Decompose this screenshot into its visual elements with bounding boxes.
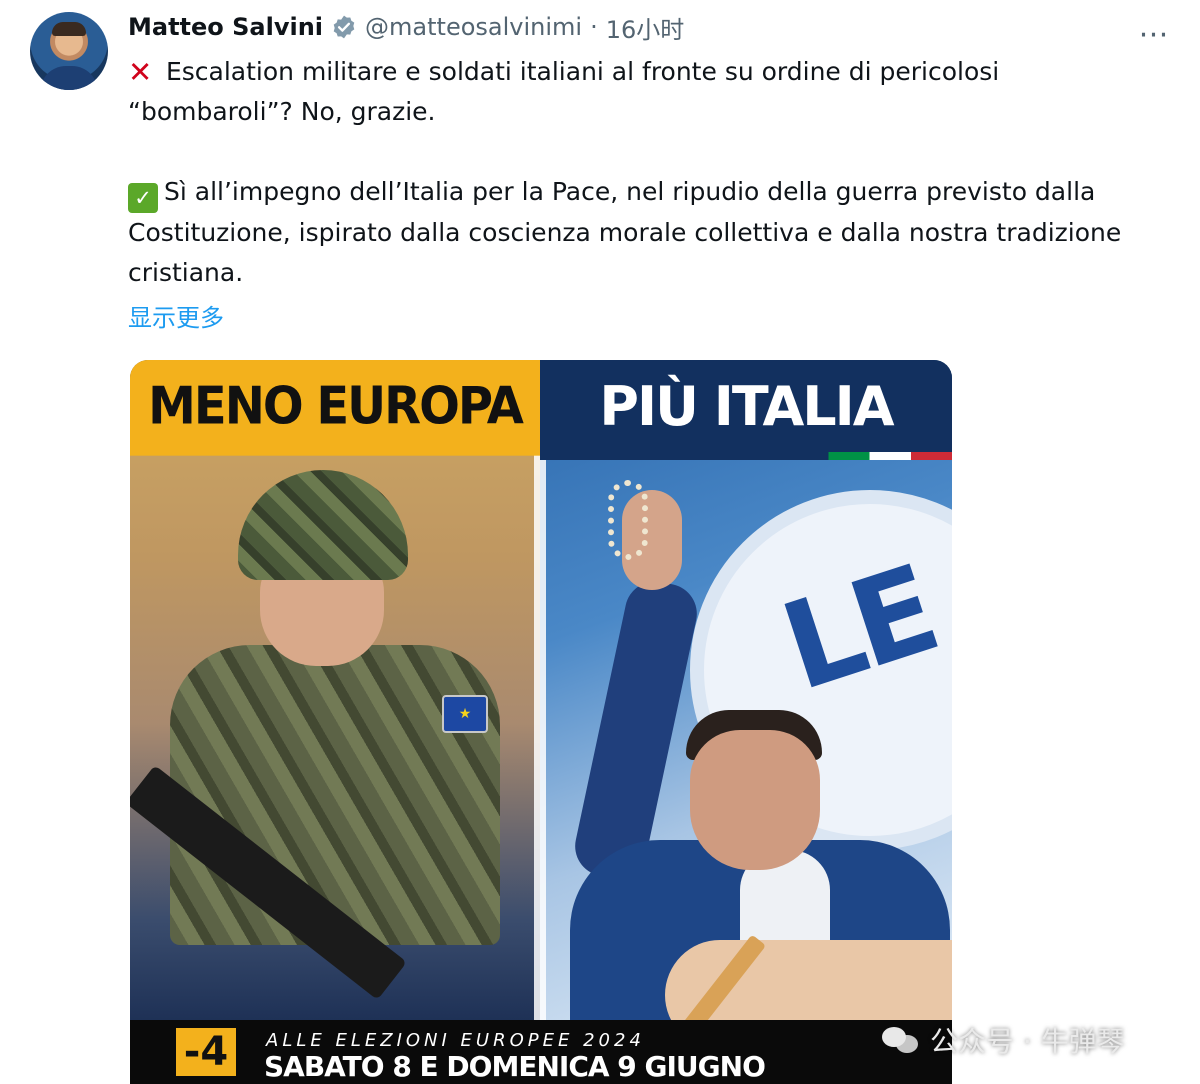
author-name[interactable]: Matteo Salvini	[128, 13, 323, 41]
election-subtitle: ALLE ELEZIONI EUROPEE 2024	[266, 1030, 645, 1051]
author-handle[interactable]: @matteosalvinimi	[365, 13, 582, 41]
more-horizontal-icon[interactable]: ⋯	[1130, 10, 1178, 58]
tweet-image[interactable]: LE ★ MENO EUROPA PIÙ ITALIA -4 ALLE ELEZ…	[130, 360, 952, 1084]
avatar-hair	[52, 22, 86, 36]
rosary-icon	[608, 480, 648, 560]
wechat-icon	[882, 1025, 920, 1055]
italian-flag-stripe	[540, 452, 952, 460]
watermark: 公众号 · 牛弹琴	[882, 1020, 1125, 1060]
watermark-text: 公众号 · 牛弹琴	[930, 1025, 1125, 1058]
separator-dot: ·	[590, 13, 598, 41]
verified-badge-icon	[333, 15, 355, 39]
tweet-paragraph-1: ✕ Escalation militare e soldati italiani…	[128, 52, 1158, 132]
right-banner-title: PIÙ ITALIA	[540, 360, 952, 452]
election-dates: SABATO 8 E DOMENICA 9 GIUGNO	[264, 1050, 766, 1083]
tweet-time[interactable]: 16小时	[606, 10, 685, 45]
avatar[interactable]	[30, 12, 108, 90]
eu-flag-patch-icon: ★	[442, 695, 488, 733]
check-mark-icon: ✓	[128, 183, 158, 213]
tweet-line-1: Escalation militare e soldati italiani a…	[128, 57, 1000, 126]
left-banner-title: MENO EUROPA	[130, 360, 540, 456]
soldier-vest	[170, 645, 500, 945]
tweet-header: Matteo Salvini @matteosalvinimi · 16小时	[128, 10, 684, 44]
avatar-shirt	[40, 66, 98, 90]
show-more-link[interactable]: 显示更多	[128, 298, 224, 333]
politician-face	[690, 730, 820, 870]
cross-mark-icon: ✕	[128, 55, 153, 89]
tweet-line-2: Sì all’impegno dell’Italia per la Pace, …	[128, 177, 1122, 287]
countdown-badge: -4	[176, 1028, 236, 1076]
tweet-text: ✕ Escalation militare e soldati italiani…	[128, 52, 1158, 293]
tweet-paragraph-2: ✓ Sì all’impegno dell’Italia per la Pace,…	[128, 172, 1158, 293]
